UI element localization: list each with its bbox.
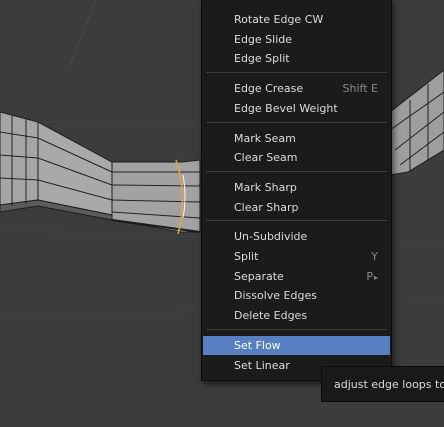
menu-item-edge-split[interactable]: Edge Split — [203, 49, 390, 68]
shortcut-text: Shift E — [342, 82, 378, 96]
menu-item-edge-slide[interactable]: Edge Slide — [203, 30, 390, 49]
shortcut-text: Y — [371, 250, 378, 263]
menu-item-un-subdivide[interactable]: Un-Subdivide — [203, 227, 390, 246]
menu-separator — [206, 121, 387, 123]
menu-item-label: Clear Sharp — [234, 200, 299, 214]
menu-item-label: Edge Bevel Weight — [234, 101, 338, 115]
menu-separator — [206, 170, 387, 172]
menu-separator — [206, 72, 387, 74]
menu-item-label: Set Linear — [234, 358, 290, 372]
menu-item-label: Rotate Edge CW — [234, 13, 324, 26]
menu-item-clear-seam[interactable]: Clear Seam — [203, 148, 390, 167]
menu-item-label: Set Flow — [234, 338, 281, 352]
menu-item-label: Split — [234, 250, 259, 263]
menu-item-shortcut: Y — [371, 250, 378, 263]
menu-item-shortcut: P▸ — [366, 270, 378, 283]
menu-item-label: Un-Subdivide — [234, 230, 308, 244]
menu-item-clear-sharp[interactable]: Clear Sharp — [203, 198, 390, 217]
menu-separator — [206, 220, 387, 222]
menu-item-label: Mark Seam — [234, 131, 296, 145]
menu-separator — [206, 328, 387, 330]
menu-item-label: Edge Slide — [234, 32, 293, 46]
shortcut-text: P — [366, 269, 373, 283]
edge-context-menu: Rotate Edge CW Edge Slide Edge Split Edge C… — [201, 0, 392, 381]
menu-item-label: Dissolve Edges — [234, 289, 317, 303]
menu-item-label: Edge Crease — [234, 82, 304, 96]
menu-item-rotate-edge-cw[interactable]: Rotate Edge CW — [203, 10, 390, 29]
menu-item-label: Clear Seam — [234, 151, 298, 165]
menu-item-shortcut: Shift E — [343, 82, 378, 95]
menu-item-delete-edges[interactable]: Delete Edges — [203, 306, 390, 325]
tooltip: adjust edge loops to cu — [321, 366, 444, 402]
menu-item-edge-bevel-weight[interactable]: Edge Bevel Weight — [203, 99, 390, 118]
menu-item-dissolve-edges[interactable]: Dissolve Edges — [203, 286, 390, 305]
menu-item-label: Mark Sharp — [234, 180, 297, 194]
menu-item-set-flow[interactable]: Set Flow — [203, 335, 390, 355]
menu-item-mark-seam[interactable]: Mark Seam — [203, 129, 390, 148]
menu-item-label: Edge Split — [234, 52, 290, 66]
menu-item-mark-sharp[interactable]: Mark Sharp — [203, 178, 390, 197]
menu-item-label: Delete Edges — [234, 309, 308, 323]
menu-item-separate[interactable]: Separate P▸ — [203, 267, 390, 286]
menu-item-edge-crease[interactable]: Edge Crease Shift E — [203, 79, 390, 98]
menu-item-label: Separate — [234, 269, 284, 283]
submenu-arrow-icon: ▸ — [373, 272, 378, 282]
menu-item-split[interactable]: Split Y — [203, 247, 390, 266]
